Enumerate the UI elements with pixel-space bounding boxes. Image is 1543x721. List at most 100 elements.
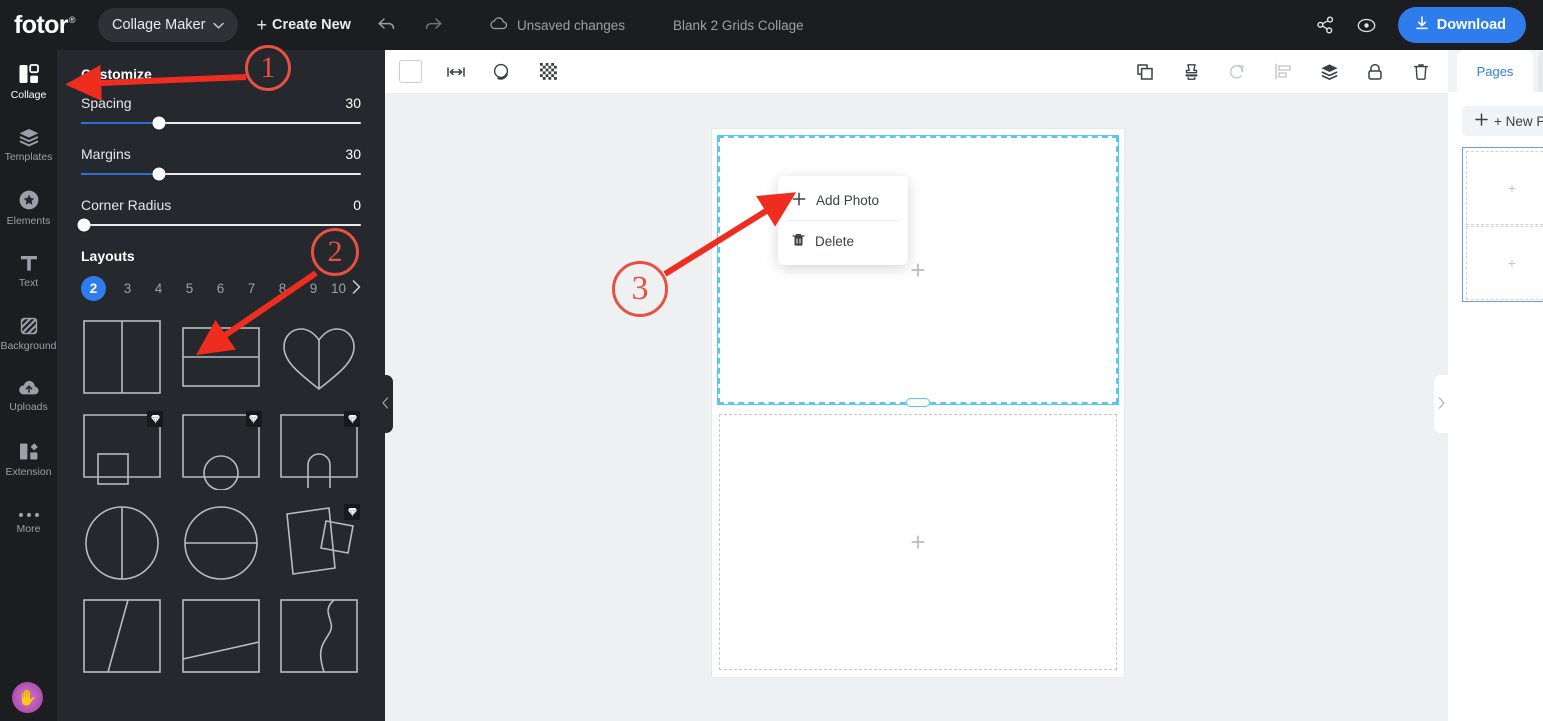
customize-panel: Customize Spacing 30 Margins 30 Corner R… <box>57 50 385 721</box>
premium-gem-icon <box>344 504 361 520</box>
slider-corner-radius: Corner Radius 0 <box>77 197 361 232</box>
annotation-marker-3: 3 <box>612 261 668 317</box>
layout-thumb-arch-inset[interactable] <box>278 411 361 490</box>
annotation-marker-1: 1 <box>245 45 291 91</box>
save-status-label: Unsaved changes <box>516 17 626 33</box>
layout-thumb-wave-split[interactable] <box>278 597 360 676</box>
plus-icon: + <box>256 14 267 35</box>
create-new-button[interactable]: + Create New <box>256 15 351 36</box>
layout-thumb-circle-inset[interactable] <box>180 411 262 490</box>
sidebar-item-text[interactable]: Text <box>0 239 57 302</box>
sidebar-item-templates[interactable]: Templates <box>0 113 57 176</box>
cloud-icon <box>489 17 508 33</box>
layout-count-9[interactable]: 9 <box>298 276 329 301</box>
layout-thumb-slanted-split[interactable] <box>180 597 262 676</box>
trash-icon[interactable] <box>1406 57 1436 87</box>
eye-preview-icon[interactable] <box>1357 16 1376 35</box>
sidebar-item-uploads[interactable]: Uploads <box>0 365 57 428</box>
plus-icon <box>1475 113 1488 129</box>
plus-icon <box>792 192 806 209</box>
color-swatch-icon[interactable] <box>395 57 425 87</box>
layout-count-4[interactable]: 4 <box>143 276 174 301</box>
add-photo-menu-item[interactable]: Add Photo <box>778 180 908 220</box>
cloud-upload-icon <box>18 380 40 397</box>
sidebar-item-label: Templates <box>4 150 53 163</box>
resize-handle-icon[interactable] <box>906 398 930 407</box>
trash-icon <box>792 233 805 250</box>
corner-radius-slider-track[interactable] <box>77 218 361 232</box>
margins-slider-knob[interactable] <box>152 167 166 181</box>
layers-icon[interactable] <box>1314 57 1344 87</box>
fotor-logo[interactable]: fotor® <box>14 12 76 38</box>
app-selector-label: Collage Maker <box>111 17 206 33</box>
sidebar-item-label: Background <box>0 339 57 352</box>
layout-count-6[interactable]: 6 <box>205 276 236 301</box>
lock-icon[interactable] <box>1360 57 1390 87</box>
customize-panel-title: Customize <box>81 66 152 82</box>
premium-gem-icon <box>344 411 361 427</box>
redo-arrow-icon[interactable] <box>424 17 443 33</box>
page-thumbnail-1[interactable]: + + <box>1462 147 1543 302</box>
layout-thumb-circle-vsplit[interactable] <box>81 504 163 583</box>
delete-menu-item[interactable]: Delete <box>778 221 908 261</box>
chevron-right-icon <box>1438 396 1445 412</box>
shadow-circle-icon[interactable] <box>487 57 517 87</box>
tab-secondary[interactable] <box>1538 50 1543 92</box>
extension-icon <box>18 441 40 462</box>
collapse-right-panel-button[interactable] <box>1434 375 1449 433</box>
collapse-left-panel-button[interactable] <box>378 375 393 433</box>
sidebar-item-elements[interactable]: Elements <box>0 176 57 239</box>
spacing-slider-knob[interactable] <box>152 116 166 130</box>
sidebar-item-label: Text <box>18 276 39 289</box>
grid-cell-bottom[interactable]: + <box>719 414 1117 670</box>
layout-thumb-heart-split[interactable] <box>278 318 360 397</box>
new-page-button[interactable]: + New Pa <box>1462 106 1543 136</box>
sidebar-item-label: Extension <box>5 466 52 478</box>
sidebar-item-more[interactable]: More <box>0 491 57 554</box>
horizontal-resize-icon[interactable] <box>441 57 471 87</box>
pages-panel-tabs: Pages <box>1448 50 1543 92</box>
page-thumb-cell: + <box>1466 226 1543 300</box>
chevron-down-icon <box>213 21 225 32</box>
undo-redo-group <box>377 17 443 33</box>
layout-thumb-two-columns[interactable] <box>81 318 163 397</box>
sidebar-item-collage[interactable]: Collage <box>0 50 57 113</box>
spacing-slider-track[interactable] <box>81 116 361 130</box>
layout-count-8[interactable]: 8 <box>267 276 298 301</box>
layout-thumb-square-inset[interactable] <box>81 411 163 490</box>
margins-slider-track[interactable] <box>81 167 361 181</box>
layout-thumb-two-rows[interactable] <box>180 318 262 397</box>
chevron-right-icon[interactable] <box>352 279 361 298</box>
sidebar-item-extension[interactable]: Extension <box>0 428 57 491</box>
layout-count-2[interactable]: 2 <box>81 276 106 301</box>
collage-grid-icon <box>18 63 40 85</box>
undo-arrow-icon[interactable] <box>377 17 396 33</box>
sidebar-item-background[interactable]: Background <box>0 302 57 365</box>
page-thumb-cell: + <box>1466 151 1543 225</box>
slider-value: 30 <box>345 95 361 111</box>
layout-thumb-diagonal-split[interactable] <box>81 597 163 676</box>
menu-item-label: Add Photo <box>816 192 880 208</box>
tab-pages[interactable]: Pages <box>1457 50 1533 92</box>
layout-count-7[interactable]: 7 <box>236 276 267 301</box>
stamp-icon[interactable] <box>1176 57 1206 87</box>
grid-context-menu: Add Photo Delete <box>778 176 908 265</box>
layout-count-10[interactable]: 10 <box>329 276 348 301</box>
grid-cell-top[interactable]: + <box>718 136 1118 407</box>
hand-accessibility-icon[interactable]: ✋ <box>12 682 43 713</box>
slider-spacing: Spacing 30 <box>81 95 361 130</box>
top-bar: fotor® Collage Maker + Create New Unsave <box>0 0 1543 50</box>
share-nodes-icon[interactable] <box>1316 16 1335 34</box>
layout-thumb-tilted-cards[interactable] <box>278 504 361 583</box>
layout-count-5[interactable]: 5 <box>174 276 205 301</box>
top-bar-actions: Download <box>1316 7 1543 43</box>
layout-count-3[interactable]: 3 <box>112 276 143 301</box>
layers-stack-icon <box>18 127 40 147</box>
document-title[interactable]: Blank 2 Grids Collage <box>673 18 804 33</box>
corner-radius-slider-knob[interactable] <box>77 218 91 232</box>
download-button[interactable]: Download <box>1397 7 1526 43</box>
app-selector[interactable]: Collage Maker <box>97 8 239 42</box>
layout-thumb-circle-hsplit[interactable] <box>180 504 262 583</box>
duplicate-icon[interactable] <box>1130 57 1160 87</box>
checkerboard-icon[interactable] <box>533 57 563 87</box>
